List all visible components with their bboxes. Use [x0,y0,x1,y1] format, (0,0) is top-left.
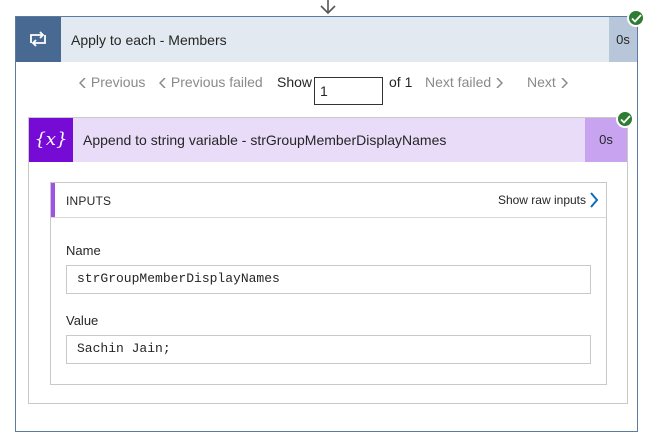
value-field-label: Value [66,313,99,328]
previous-failed-button[interactable]: Previous failed [159,74,263,90]
apply-to-each-title: Apply to each - Members [71,32,227,48]
value-field-value: Sachin Jain; [66,335,591,364]
loop-icon [16,17,61,62]
append-variable-title: Append to string variable - strGroupMemb… [83,132,447,148]
next-failed-button[interactable]: Next failed [425,74,504,90]
inputs-title: INPUTS [66,194,112,208]
success-check-icon [616,110,634,128]
inputs-header: INPUTS Show raw inputs [51,183,606,218]
inputs-panel: INPUTS Show raw inputs Name strGroupMemb… [50,182,607,385]
append-variable-header[interactable]: {x} Append to string variable - strGroup… [29,118,627,162]
name-field-label: Name [66,243,101,258]
variable-icon: {x} [29,118,73,162]
apply-to-each-header[interactable]: Apply to each - Members 0s [16,17,637,62]
previous-button[interactable]: Previous [79,74,145,90]
append-variable-card: {x} Append to string variable - strGroup… [28,117,628,404]
page-number-input[interactable] [314,77,383,105]
next-button[interactable]: Next [527,74,568,90]
chevron-right-icon[interactable] [589,192,599,208]
show-raw-inputs-link[interactable]: Show raw inputs [498,193,586,207]
down-arrow-icon [320,0,336,15]
show-label: Show [277,74,313,90]
inputs-accent-bar [51,183,55,217]
page-count-label: of 1 [389,74,413,90]
name-field-value: strGroupMemberDisplayNames [66,265,591,294]
success-check-icon [627,9,645,27]
iteration-pager: Previous Previous failed Show of 1 Next … [0,68,657,105]
